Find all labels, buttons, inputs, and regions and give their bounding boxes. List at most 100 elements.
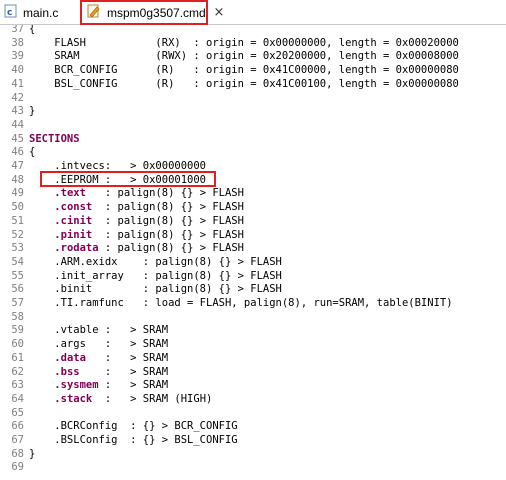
line-number: 64 bbox=[11, 392, 24, 405]
line-number: 68 bbox=[11, 447, 24, 460]
line-number: 61 bbox=[11, 351, 24, 364]
code-line: 50 .const : palign(8) {} > FLASH bbox=[0, 200, 506, 214]
line-number: 45 bbox=[11, 132, 24, 145]
line-number: 40 bbox=[11, 64, 24, 77]
line-number: 48 bbox=[11, 173, 24, 186]
line-number: 47 bbox=[11, 160, 24, 172]
keyword: .pinit bbox=[54, 228, 93, 241]
code-text: .sysmem : > SRAM bbox=[29, 378, 168, 392]
code-rest: : > SRAM bbox=[98, 379, 169, 392]
code-text: SRAM (RWX) : origin = 0x20200000, length… bbox=[29, 50, 459, 63]
keyword: .const bbox=[54, 201, 93, 214]
keyword: .data bbox=[54, 351, 86, 364]
line-number: 66 bbox=[11, 420, 24, 433]
editor-tab-bar: c main.c mspm0g3507.cmd × bbox=[0, 0, 506, 25]
code-line: 61 .data : > SRAM bbox=[0, 351, 506, 365]
code-line: 55 .init_array : palign(8) {} > FLASH bbox=[0, 269, 506, 283]
code-text: .bss : > SRAM bbox=[29, 365, 168, 379]
code-line: 38 FLASH (RX) : origin = 0x00000000, len… bbox=[0, 36, 506, 50]
code-text: { bbox=[29, 146, 36, 159]
tab-label: mspm0g3507.cmd bbox=[107, 5, 206, 20]
keyword: .rodata bbox=[54, 242, 99, 255]
line-number: 55 bbox=[11, 269, 24, 282]
line-number: 62 bbox=[11, 365, 24, 378]
close-tab-icon[interactable]: × bbox=[212, 0, 226, 25]
code-line: 53 .rodata : palign(8) {} > FLASH bbox=[0, 241, 506, 255]
line-number: 43 bbox=[11, 105, 24, 118]
code-line: 44 bbox=[0, 118, 506, 132]
keyword: .stack bbox=[54, 392, 93, 405]
code-text: .vtable : > SRAM bbox=[29, 324, 169, 337]
line-number: 44 bbox=[11, 118, 24, 131]
code-line: 51 .cinit : palign(8) {} > FLASH bbox=[0, 214, 506, 228]
line-number: 69 bbox=[11, 461, 24, 474]
line-number: 57 bbox=[11, 297, 24, 309]
code-editor[interactable]: 37 {38 FLASH (RX) : origin = 0x00000000, … bbox=[0, 25, 506, 480]
code-text: BCR_CONFIG (R) : origin = 0x41C00000, le… bbox=[29, 64, 459, 77]
line-number: 41 bbox=[11, 77, 24, 90]
code-line: 64 .stack : > SRAM (HIGH) bbox=[0, 392, 506, 406]
keyword: .sysmem bbox=[54, 379, 99, 392]
code-line: 37 { bbox=[0, 25, 506, 36]
line-number: 52 bbox=[11, 228, 24, 241]
code-text: .TI.ramfunc : load = FLASH, palign(8), r… bbox=[29, 297, 453, 309]
tab-main-c[interactable]: c main.c bbox=[0, 0, 76, 25]
code-line: 42 bbox=[0, 91, 506, 105]
code-rest: : > SRAM bbox=[79, 365, 169, 378]
line-number: 37 bbox=[11, 25, 24, 35]
line-number: 38 bbox=[11, 36, 24, 49]
code-line: 49 .text : palign(8) {} > FLASH bbox=[0, 186, 506, 200]
code-line: 43} bbox=[0, 104, 506, 118]
code-line: 52 .pinit : palign(8) {} > FLASH bbox=[0, 228, 506, 242]
code-rest: : palign(8) {} > FLASH bbox=[92, 214, 244, 227]
code-line: 40 BCR_CONFIG (R) : origin = 0x41C00000,… bbox=[0, 63, 506, 77]
code-line: 45 SECTIONS bbox=[0, 132, 506, 146]
code-line: 56 .binit : palign(8) {} > FLASH bbox=[0, 282, 506, 296]
c-source-file-icon: c bbox=[4, 4, 18, 21]
code-text: .stack : > SRAM (HIGH) bbox=[29, 392, 212, 406]
highlight-box bbox=[40, 170, 216, 187]
keyword: .cinit bbox=[54, 214, 93, 227]
code-line: 67 .BSLConfig : {} > BSL_CONFIG bbox=[0, 433, 506, 447]
code-text: .const : palign(8) {} > FLASH bbox=[29, 200, 244, 214]
code-line: 39 SRAM (RWX) : origin = 0x20200000, len… bbox=[0, 49, 506, 63]
code-text: BSL_CONFIG (R) : origin = 0x41C00100, le… bbox=[29, 77, 459, 90]
linker-command-file-icon bbox=[86, 4, 102, 21]
tab-mspm0g3507-cmd[interactable]: mspm0g3507.cmd bbox=[80, 0, 208, 25]
code-line: 41 BSL_CONFIG (R) : origin = 0x41C00100,… bbox=[0, 77, 506, 91]
line-number: 53 bbox=[11, 242, 24, 255]
code-text: .cinit : palign(8) {} > FLASH bbox=[29, 214, 244, 228]
code-line: 54 .ARM.exidx : palign(8) {} > FLASH bbox=[0, 255, 506, 269]
line-number: 46 bbox=[11, 146, 24, 159]
code-line: 65 bbox=[0, 406, 506, 420]
code-text: } bbox=[29, 105, 36, 118]
code-text: .BCRConfig : {} > BCR_CONFIG bbox=[29, 420, 238, 433]
line-number: 59 bbox=[11, 324, 24, 337]
svg-text:c: c bbox=[7, 8, 12, 18]
code-line: 68} bbox=[0, 447, 506, 461]
line-number: 49 bbox=[11, 187, 24, 200]
code-text: .rodata : palign(8) {} > FLASH bbox=[29, 241, 244, 255]
keyword: .bss bbox=[54, 365, 80, 378]
line-number: 39 bbox=[11, 50, 24, 63]
line-number: 60 bbox=[11, 338, 24, 351]
code-text: .init_array : palign(8) {} > FLASH bbox=[29, 269, 282, 282]
code-text: .ARM.exidx : palign(8) {} > FLASH bbox=[29, 255, 282, 268]
keyword: .text bbox=[54, 187, 86, 200]
code-line: 58 bbox=[0, 310, 506, 324]
code-text: FLASH (RX) : origin = 0x00000000, length… bbox=[29, 36, 459, 49]
code-rest: : > SRAM (HIGH) bbox=[92, 392, 213, 405]
code-rest: : palign(8) {} > FLASH bbox=[92, 201, 244, 214]
code-line: 46 { bbox=[0, 145, 506, 159]
code-text: .data : > SRAM bbox=[29, 351, 168, 365]
line-number: 50 bbox=[11, 201, 24, 214]
code-text: SECTIONS bbox=[29, 132, 80, 146]
code-line: 57 .TI.ramfunc : load = FLASH, palign(8)… bbox=[0, 296, 506, 310]
keyword: SECTIONS bbox=[29, 132, 80, 145]
